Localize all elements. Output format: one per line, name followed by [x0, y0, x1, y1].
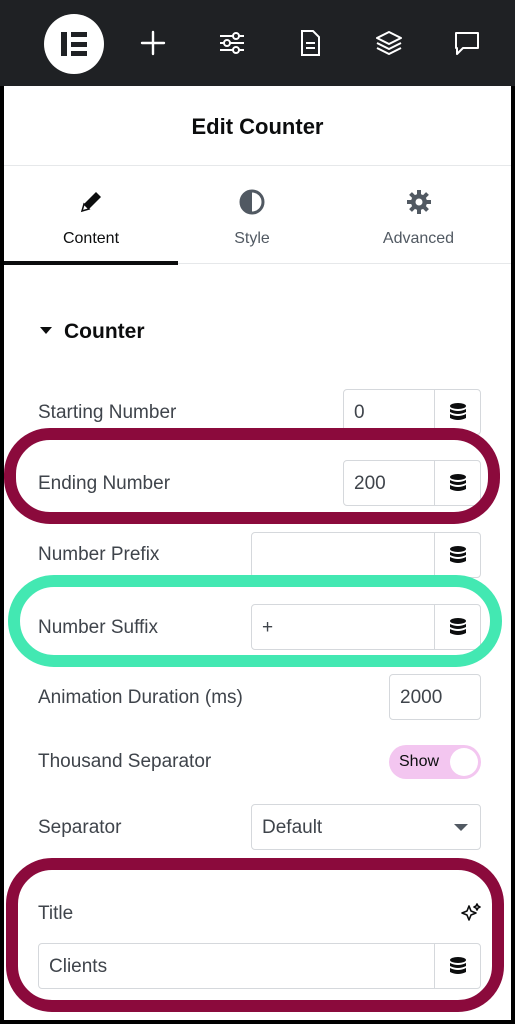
starting-number-input[interactable]: 0	[343, 389, 481, 435]
animation-duration-value: 2000	[400, 687, 443, 708]
toggle-label: Show	[399, 753, 440, 770]
number-suffix-value: +	[262, 617, 274, 638]
ai-sparkle-icon[interactable]	[460, 902, 482, 924]
database-icon	[450, 957, 466, 974]
edit-panel: Edit Counter Content Style Advanced Coun…	[4, 86, 511, 1020]
comment-icon[interactable]	[452, 28, 482, 58]
number-suffix-label: Number Suffix	[38, 617, 159, 638]
pencil-icon	[77, 188, 105, 216]
database-icon	[450, 546, 466, 563]
thousand-separator-label: Thousand Separator	[38, 751, 212, 772]
screenshot-frame: Edit Counter Content Style Advanced Coun…	[0, 0, 515, 1024]
half-circle-icon	[238, 188, 266, 216]
separator-label: Separator	[38, 817, 122, 838]
tab-content[interactable]: Content	[4, 166, 178, 265]
tab-style[interactable]: Style	[178, 166, 326, 264]
layers-icon[interactable]	[374, 28, 404, 58]
dynamic-tags-button[interactable]	[434, 605, 480, 649]
section-title-counter[interactable]: Counter	[64, 320, 145, 344]
title-value: Clients	[49, 956, 108, 977]
dynamic-tags-button[interactable]	[434, 390, 480, 434]
separator-value: Default	[262, 817, 323, 838]
elementor-logo-icon[interactable]	[44, 14, 104, 74]
dynamic-tags-button[interactable]	[434, 533, 480, 577]
caret-down-icon[interactable]	[40, 327, 52, 334]
title-label: Title	[38, 903, 74, 924]
gear-icon	[405, 188, 433, 216]
animation-duration-input[interactable]: 2000	[389, 674, 481, 720]
number-prefix-label: Number Prefix	[38, 544, 160, 565]
ending-number-label: Ending Number	[38, 473, 171, 494]
database-icon	[450, 618, 466, 635]
tab-advanced[interactable]: Advanced	[326, 166, 511, 264]
title-input[interactable]: Clients	[38, 943, 481, 989]
starting-number-label: Starting Number	[38, 402, 177, 423]
database-icon	[450, 474, 466, 491]
document-icon[interactable]	[295, 28, 325, 58]
ending-number-input[interactable]: 200	[343, 460, 481, 506]
tab-content-label: Content	[62, 230, 120, 247]
dynamic-tags-button[interactable]	[434, 461, 480, 505]
animation-duration-label: Animation Duration (ms)	[38, 687, 243, 708]
starting-number-value: 0	[354, 402, 365, 423]
chevron-down-icon	[454, 824, 468, 831]
panel-header: Edit Counter	[4, 86, 511, 166]
panel-title: Edit Counter	[191, 114, 324, 139]
ending-number-value: 200	[354, 473, 386, 494]
dynamic-tags-button[interactable]	[434, 944, 480, 988]
number-suffix-input[interactable]: +	[251, 604, 481, 650]
sliders-icon[interactable]	[217, 28, 247, 58]
top-toolbar	[0, 0, 515, 86]
toggle-knob	[450, 748, 478, 776]
panel-tabs: Content Style Advanced	[4, 166, 511, 265]
database-icon	[450, 403, 466, 420]
plus-icon[interactable]	[138, 28, 168, 58]
number-prefix-input[interactable]	[251, 532, 481, 578]
thousand-separator-toggle[interactable]: Show	[389, 745, 481, 779]
tab-style-label: Style	[234, 230, 270, 247]
separator-select[interactable]: Default	[251, 804, 481, 850]
tab-advanced-label: Advanced	[382, 230, 455, 247]
